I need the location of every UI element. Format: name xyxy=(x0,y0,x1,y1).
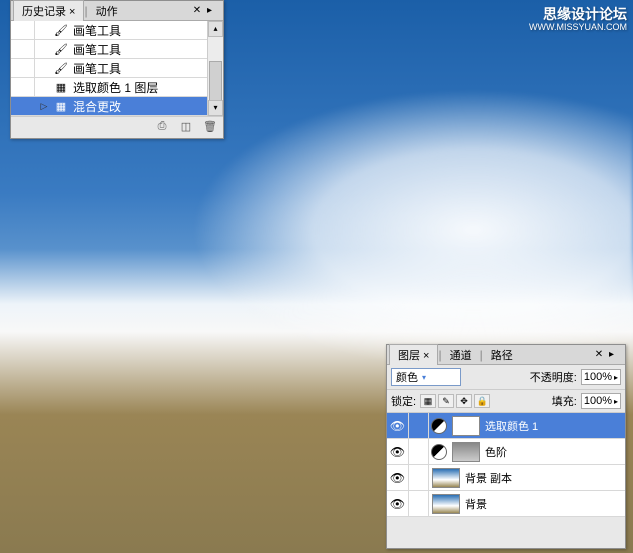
lock-controls: 锁定: ▦ ✎ ✥ 🔒 填充: 100% ▸ xyxy=(387,390,625,413)
layer-thumb[interactable] xyxy=(432,494,460,514)
new-snapshot-icon[interactable]: ◫ xyxy=(177,120,195,136)
layer-item[interactable]: 👁 背景 xyxy=(387,491,625,517)
opacity-input[interactable]: 100% ▸ xyxy=(581,369,621,385)
scroll-thumb[interactable] xyxy=(209,61,222,101)
adjust-icon: ▦ xyxy=(53,79,69,95)
fill-label: 填充: xyxy=(552,393,577,409)
lock-transparency-icon[interactable]: ▦ xyxy=(420,394,436,408)
layer-name[interactable]: 背景 xyxy=(463,496,487,512)
scroll-down-icon[interactable]: ▾ xyxy=(208,100,223,116)
scrollbar[interactable]: ▴ ▾ xyxy=(207,21,223,116)
tab-layers[interactable]: 图层 × xyxy=(389,344,438,365)
close-icon[interactable]: ✕ xyxy=(191,5,203,17)
adjustment-icon xyxy=(431,444,447,460)
fill-input[interactable]: 100% ▸ xyxy=(581,393,621,409)
history-item[interactable]: ▷ ▦ 混合更改 xyxy=(11,97,223,116)
history-panel: 历史记录 × | 动作 ✕ ▸ 🖌 画笔工具 🖌 画笔工具 🖌 画笔工具 ▦ xyxy=(10,0,224,139)
history-item[interactable]: ▦ 选取颜色 1 图层 xyxy=(11,78,223,97)
layer-thumb[interactable] xyxy=(432,468,460,488)
history-item-label: 画笔工具 xyxy=(69,22,121,39)
eye-icon[interactable]: 👁 xyxy=(390,419,405,433)
layer-name[interactable]: 背景 副本 xyxy=(463,470,512,486)
panel-menu-icon[interactable]: ▸ xyxy=(207,5,221,17)
slider-icon[interactable]: ▸ xyxy=(614,373,618,382)
layer-item[interactable]: 👁 选取颜色 1 xyxy=(387,413,625,439)
eye-icon[interactable]: 👁 xyxy=(390,445,405,459)
opacity-label: 不透明度: xyxy=(530,369,577,385)
watermark-url: WWW.MISSYUAN.COM xyxy=(529,22,627,32)
history-item-label: 混合更改 xyxy=(69,98,121,115)
history-item-label: 画笔工具 xyxy=(69,41,121,58)
panel-menu-icon[interactable]: ▸ xyxy=(609,349,623,361)
lock-move-icon[interactable]: ✥ xyxy=(456,394,472,408)
eye-icon[interactable]: 👁 xyxy=(390,497,405,511)
scroll-up-icon[interactable]: ▴ xyxy=(208,21,223,37)
tab-paths[interactable]: 路径 xyxy=(483,345,521,365)
history-footer: ⎙ ◫ 🗑 xyxy=(11,116,223,138)
layer-name[interactable]: 色阶 xyxy=(483,444,507,460)
adjustment-icon xyxy=(431,418,447,434)
history-tabs: 历史记录 × | 动作 ✕ ▸ xyxy=(11,1,223,21)
marker-icon: ▷ xyxy=(41,101,48,112)
history-item[interactable]: 🖌 画笔工具 xyxy=(11,59,223,78)
lock-paint-icon[interactable]: ✎ xyxy=(438,394,454,408)
eye-icon[interactable]: 👁 xyxy=(390,471,405,485)
history-list: 🖌 画笔工具 🖌 画笔工具 🖌 画笔工具 ▦ 选取颜色 1 图层 ▷ ▦ 混合更… xyxy=(11,21,223,116)
layer-item[interactable]: 👁 背景 副本 xyxy=(387,465,625,491)
lock-label: 锁定: xyxy=(391,393,416,409)
snapshot-icon[interactable]: ⎙ xyxy=(153,120,171,136)
layers-list: 👁 选取颜色 1 👁 色阶 👁 背景 副本 👁 背景 xyxy=(387,413,625,517)
layer-mask-thumb[interactable] xyxy=(452,442,480,462)
history-item-label: 选取颜色 1 图层 xyxy=(69,79,158,96)
history-item[interactable]: 🖌 画笔工具 xyxy=(11,40,223,59)
chevron-down-icon: ▾ xyxy=(422,373,426,382)
trash-icon[interactable]: 🗑 xyxy=(201,120,219,136)
brush-icon: 🖌 xyxy=(53,22,69,38)
blend-controls: 颜色 ▾ 不透明度: 100% ▸ xyxy=(387,365,625,390)
tab-history[interactable]: 历史记录 × xyxy=(13,0,84,21)
history-item-label: 画笔工具 xyxy=(69,60,121,77)
layer-item[interactable]: 👁 色阶 xyxy=(387,439,625,465)
slider-icon[interactable]: ▸ xyxy=(614,397,618,406)
brush-icon: 🖌 xyxy=(53,60,69,76)
tab-actions[interactable]: 动作 xyxy=(88,1,126,21)
close-icon[interactable]: ✕ xyxy=(593,349,605,361)
history-item[interactable]: 🖌 画笔工具 xyxy=(11,21,223,40)
tab-channels[interactable]: 通道 xyxy=(442,345,480,365)
layers-panel: 图层 × | 通道 | 路径 ✕ ▸ 颜色 ▾ 不透明度: 100% ▸ 锁定:… xyxy=(386,344,626,549)
layer-name[interactable]: 选取颜色 1 xyxy=(483,418,538,434)
watermark: 思缘设计论坛 xyxy=(543,4,627,24)
layers-tabs: 图层 × | 通道 | 路径 ✕ ▸ xyxy=(387,345,625,365)
lock-all-icon[interactable]: 🔒 xyxy=(474,394,490,408)
adjust-icon: ▦ xyxy=(53,98,69,114)
blend-mode-dropdown[interactable]: 颜色 ▾ xyxy=(391,368,461,386)
brush-icon: 🖌 xyxy=(53,41,69,57)
layer-mask-thumb[interactable] xyxy=(452,416,480,436)
